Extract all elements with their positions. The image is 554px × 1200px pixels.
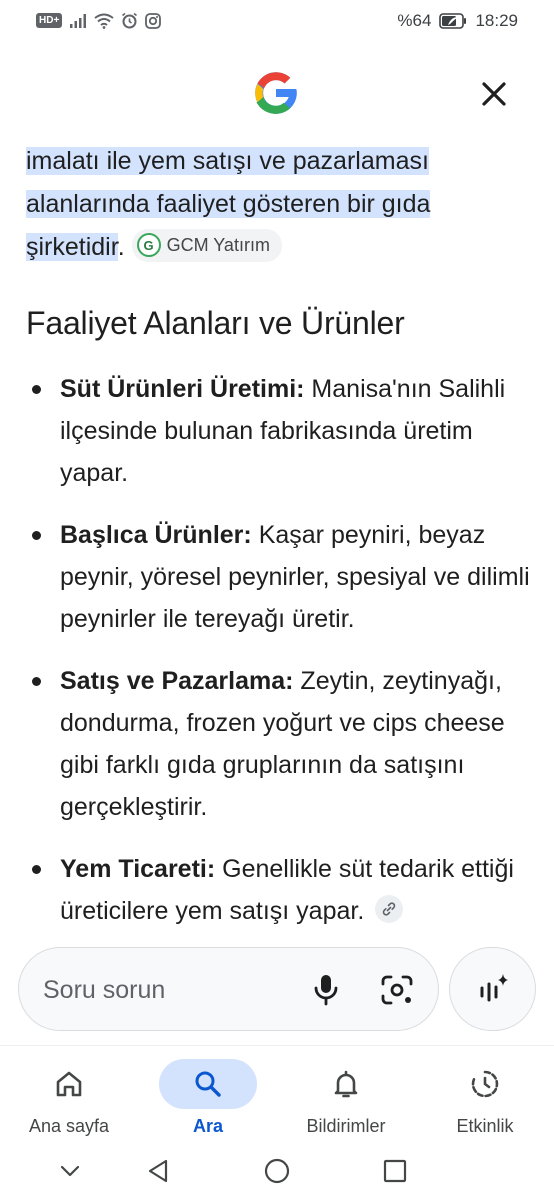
nav-label: Bildirimler <box>306 1116 386 1136</box>
back-icon[interactable] <box>144 1157 172 1185</box>
ai-sparkle-icon <box>480 974 508 1002</box>
bottom-nav: Ana sayfa Ara Bildirimler Etkinlik <box>0 1045 554 1145</box>
nav-item-home[interactable]: Ana sayfa <box>9 1058 129 1148</box>
gcm-logo-icon: G <box>136 233 161 258</box>
close-icon[interactable] <box>476 76 512 112</box>
list-item: Başlıca Ürünler: Kaşar peyniri, beyaz pe… <box>26 514 531 640</box>
nav-item-notifications[interactable]: Bildirimler <box>286 1058 406 1148</box>
search-area <box>0 935 554 1045</box>
mic-icon[interactable] <box>309 972 343 1008</box>
bullet-term: Başlıca Ürünler: <box>60 521 252 549</box>
source-chip-label: GCM Yatırım <box>166 234 270 255</box>
signal-icon <box>70 13 87 28</box>
bullet-list: Süt Ürünleri Üretimi: Manisa'nın Salihli… <box>26 368 531 952</box>
bullet-term: Yem Ticareti: <box>60 855 216 883</box>
nav-item-activity[interactable]: Etkinlik <box>425 1058 545 1148</box>
nav-label: Etkinlik <box>456 1116 514 1136</box>
chevron-down-icon[interactable] <box>56 1157 84 1185</box>
list-item: Yem Ticareti: Genellikle süt tedarik ett… <box>26 848 531 932</box>
bullet-term: Süt Ürünleri Üretimi: <box>60 375 305 403</box>
system-nav-bar <box>0 1145 554 1200</box>
home-circle-icon[interactable] <box>263 1157 291 1185</box>
link-icon[interactable] <box>375 895 404 924</box>
wifi-icon <box>94 13 114 29</box>
list-item: Satış ve Pazarlama: Zeytin, zeytinyağı, … <box>26 660 531 828</box>
nav-label: Ara <box>192 1116 223 1136</box>
activity-icon <box>471 1070 499 1098</box>
battery-percent: %64 <box>397 11 432 30</box>
google-g-icon <box>255 72 299 114</box>
battery-icon <box>439 13 467 29</box>
search-input[interactable] <box>43 968 293 1012</box>
source-chip[interactable]: G GCM Yatırım <box>131 228 282 262</box>
lens-icon[interactable] <box>379 973 415 1007</box>
alarm-icon <box>122 12 138 29</box>
search-box[interactable] <box>18 947 439 1031</box>
status-bar: HD+ %64 18:29 <box>0 0 554 46</box>
nav-label: Ana sayfa <box>28 1116 110 1136</box>
intro-period: . <box>117 233 125 261</box>
clock: 18:29 <box>475 11 518 30</box>
header <box>0 46 554 146</box>
bell-icon <box>334 1070 358 1098</box>
list-item: Süt Ürünleri Üretimi: Manisa'nın Salihli… <box>26 368 531 494</box>
hd-badge: HD+ <box>36 13 63 28</box>
bullet-term: Satış ve Pazarlama: <box>60 667 294 695</box>
status-icons-left: HD+ <box>36 12 162 29</box>
instagram-icon <box>145 12 162 29</box>
status-icons-right: %64 18:29 <box>397 11 518 31</box>
section-title: Faaliyet Alanları ve Ürünler <box>26 305 405 341</box>
search-icon <box>195 1071 221 1097</box>
ai-mode-button[interactable] <box>449 947 536 1031</box>
home-icon <box>56 1071 82 1097</box>
recents-icon[interactable] <box>381 1157 409 1185</box>
intro-paragraph: imalatı ile yem satışı ve pazarlaması al… <box>26 140 526 269</box>
nav-item-search[interactable]: Ara <box>148 1058 268 1148</box>
